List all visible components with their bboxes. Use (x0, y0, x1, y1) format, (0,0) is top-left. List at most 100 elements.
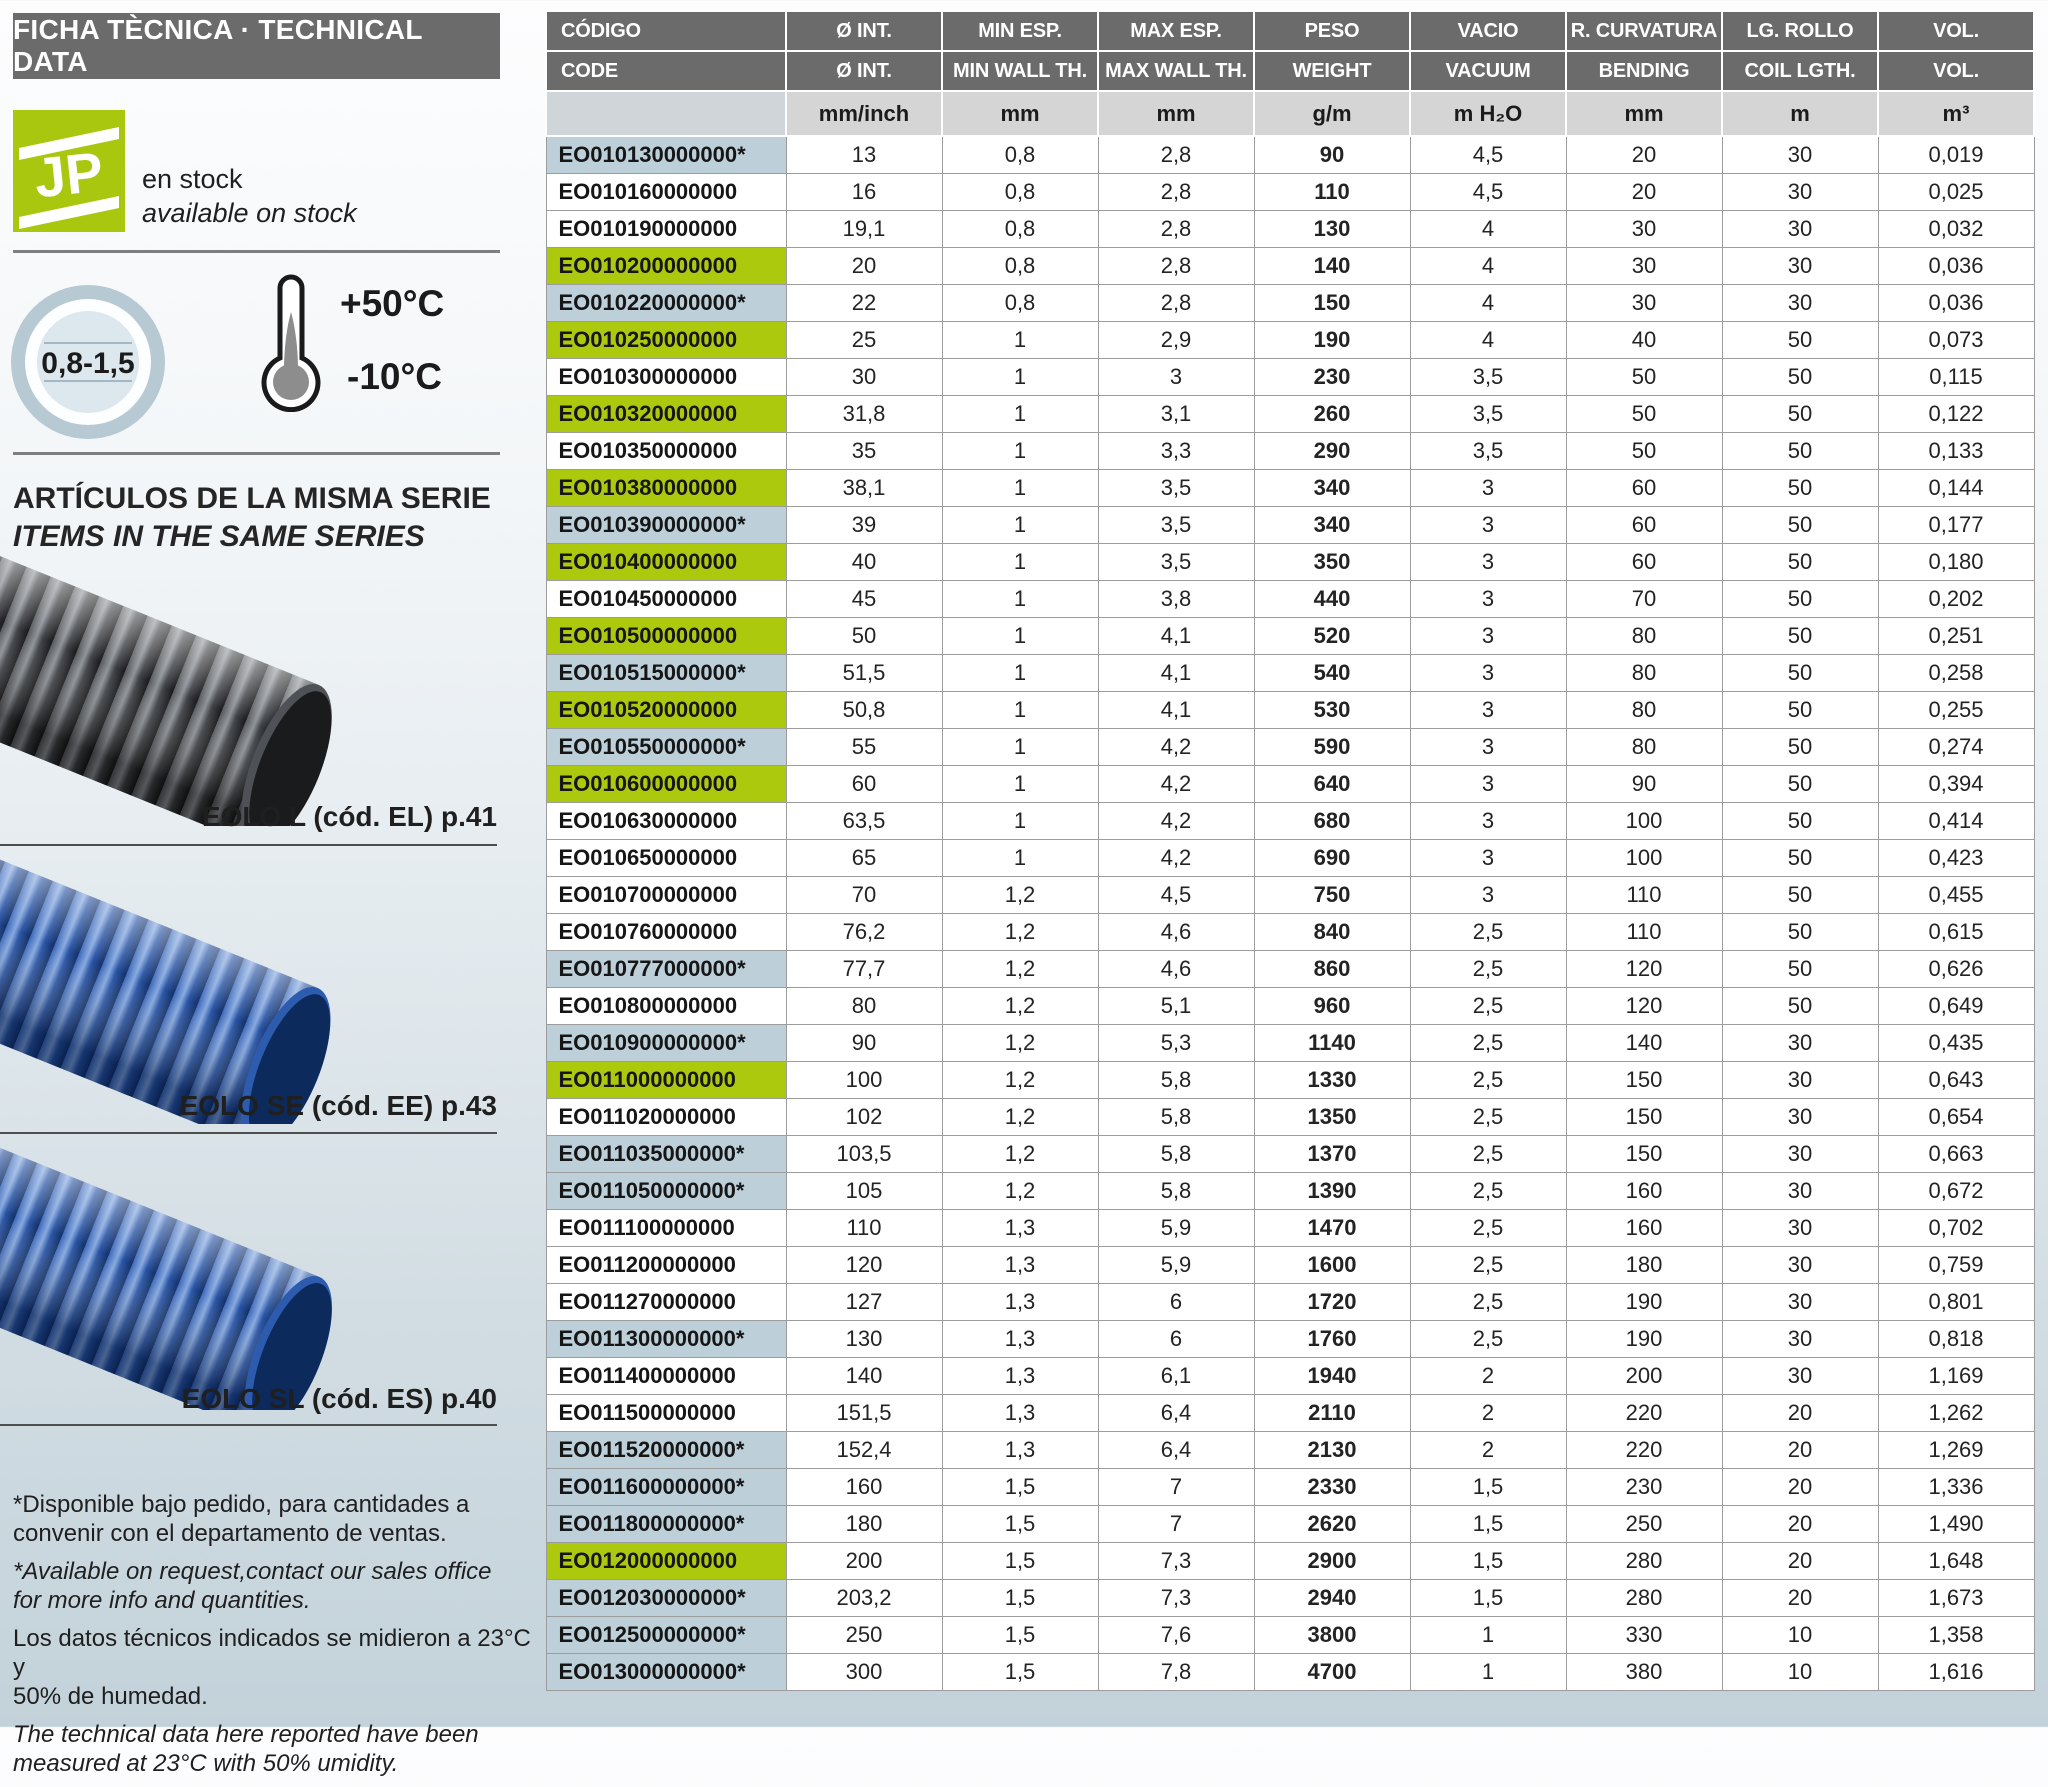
value-cell: 0,115 (1878, 359, 2034, 396)
value-cell: 0,435 (1878, 1025, 2034, 1062)
table-row: EO0105000000005014,1520380500,251 (546, 618, 2034, 655)
value-cell: 0,801 (1878, 1284, 2034, 1321)
value-cell: 190 (1566, 1321, 1722, 1358)
code-cell: EO010320000000 (546, 396, 786, 433)
value-cell: 1760 (1254, 1321, 1410, 1358)
value-cell: 690 (1254, 840, 1410, 877)
value-cell: 100 (786, 1062, 942, 1099)
value-cell: 4 (1410, 211, 1566, 248)
value-cell: 50 (1722, 618, 1878, 655)
code-cell: EO010380000000 (546, 470, 786, 507)
hose-image-eolo-sl (0, 1148, 454, 1410)
table-row: EO0112700000001271,3617202,5190300,801 (546, 1284, 2034, 1321)
table-row: EO0110200000001021,25,813502,5150300,654 (546, 1099, 2034, 1136)
table-body: EO010130000000*130,82,8904,520300,019EO0… (546, 136, 2034, 1691)
value-cell: 40 (786, 544, 942, 581)
table-row: EO011500000000151,51,36,421102220201,262 (546, 1395, 2034, 1432)
value-cell: 150 (1566, 1062, 1722, 1099)
value-cell: 230 (1254, 359, 1410, 396)
table-row: EO0103500000003513,32903,550500,133 (546, 433, 2034, 470)
value-cell: 1,616 (1878, 1654, 2034, 1691)
value-cell: 7,8 (1098, 1654, 1254, 1691)
value-cell: 30 (1722, 1358, 1878, 1395)
value-cell: 2330 (1254, 1469, 1410, 1506)
table-row: EO01032000000031,813,12603,550500,122 (546, 396, 2034, 433)
value-cell: 220 (1566, 1395, 1722, 1432)
value-cell: 100 (1566, 840, 1722, 877)
value-cell: 0,122 (1878, 396, 2034, 433)
subheader-cell: VOL. (1878, 51, 2034, 91)
value-cell: 0,8 (942, 174, 1098, 211)
value-cell: 0,251 (1878, 618, 2034, 655)
value-cell: 3 (1098, 359, 1254, 396)
value-cell: 0,702 (1878, 1210, 2034, 1247)
value-cell: 55 (786, 729, 942, 766)
subheader-cell: BENDING (1566, 51, 1722, 91)
value-cell: 1,648 (1878, 1543, 2034, 1580)
table-row: EO0111000000001101,35,914702,5160300,702 (546, 1210, 2034, 1247)
value-cell: 50 (1722, 729, 1878, 766)
value-cell: 290 (1254, 433, 1410, 470)
value-cell: 1,5 (942, 1543, 1098, 1580)
value-cell: 1,5 (942, 1469, 1098, 1506)
value-cell: 1,2 (942, 877, 1098, 914)
value-cell: 4 (1410, 285, 1566, 322)
table-row: EO011520000000*152,41,36,421302220201,26… (546, 1432, 2034, 1469)
value-cell: 200 (1566, 1358, 1722, 1395)
value-cell: 1,3 (942, 1395, 1098, 1432)
value-cell: 0,414 (1878, 803, 2034, 840)
value-cell: 3,5 (1410, 433, 1566, 470)
value-cell: 180 (786, 1506, 942, 1543)
value-cell: 2620 (1254, 1506, 1410, 1543)
units-cell: mm/inch (786, 91, 942, 136)
value-cell: 0,423 (1878, 840, 2034, 877)
value-cell: 50 (1722, 655, 1878, 692)
value-cell: 1,5 (942, 1617, 1098, 1654)
table-row: EO011600000000*1601,5723301,5230201,336 (546, 1469, 2034, 1506)
code-cell: EO010777000000* (546, 951, 786, 988)
code-cell: EO013000000000* (546, 1654, 786, 1691)
value-cell: 30 (1566, 248, 1722, 285)
code-cell: EO011035000000* (546, 1136, 786, 1173)
value-cell: 0,615 (1878, 914, 2034, 951)
value-cell: 30 (1722, 285, 1878, 322)
value-cell: 250 (1566, 1506, 1722, 1543)
value-cell: 1 (942, 359, 1098, 396)
value-cell: 1 (942, 655, 1098, 692)
value-cell: 2,9 (1098, 322, 1254, 359)
value-cell: 10 (1722, 1654, 1878, 1691)
value-cell: 2,8 (1098, 248, 1254, 285)
jp-logo-icon: JP (13, 110, 125, 232)
value-cell: 0,036 (1878, 285, 2034, 322)
value-cell: 19,1 (786, 211, 942, 248)
subheader-cell: Ø INT. (786, 51, 942, 91)
value-cell: 30 (1722, 211, 1878, 248)
table-row: EO011800000000*1801,5726201,5250201,490 (546, 1506, 2034, 1543)
code-cell: EO010450000000 (546, 581, 786, 618)
value-cell: 2,5 (1410, 1136, 1566, 1173)
value-cell: 130 (1254, 211, 1410, 248)
code-cell: EO010600000000 (546, 766, 786, 803)
value-cell: 1 (942, 618, 1098, 655)
value-cell: 152,4 (786, 1432, 942, 1469)
value-cell: 280 (1566, 1580, 1722, 1617)
value-cell: 220 (1566, 1432, 1722, 1469)
value-cell: 0,019 (1878, 136, 2034, 174)
value-cell: 260 (1254, 396, 1410, 433)
value-cell: 160 (1566, 1210, 1722, 1247)
subheader-cell: CODE (546, 51, 786, 91)
value-cell: 77,7 (786, 951, 942, 988)
units-cell: m H₂O (1410, 91, 1566, 136)
value-cell: 20 (1722, 1395, 1878, 1432)
table-row: EO010390000000*3913,5340360500,177 (546, 507, 2034, 544)
value-cell: 30 (1722, 1136, 1878, 1173)
value-cell: 1,2 (942, 914, 1098, 951)
value-cell: 4 (1410, 322, 1566, 359)
code-cell: EO010390000000* (546, 507, 786, 544)
value-cell: 4700 (1254, 1654, 1410, 1691)
value-cell: 3,5 (1410, 396, 1566, 433)
value-cell: 4,1 (1098, 692, 1254, 729)
value-cell: 1600 (1254, 1247, 1410, 1284)
table-row: EO010700000000701,24,57503110500,455 (546, 877, 2034, 914)
value-cell: 5,3 (1098, 1025, 1254, 1062)
